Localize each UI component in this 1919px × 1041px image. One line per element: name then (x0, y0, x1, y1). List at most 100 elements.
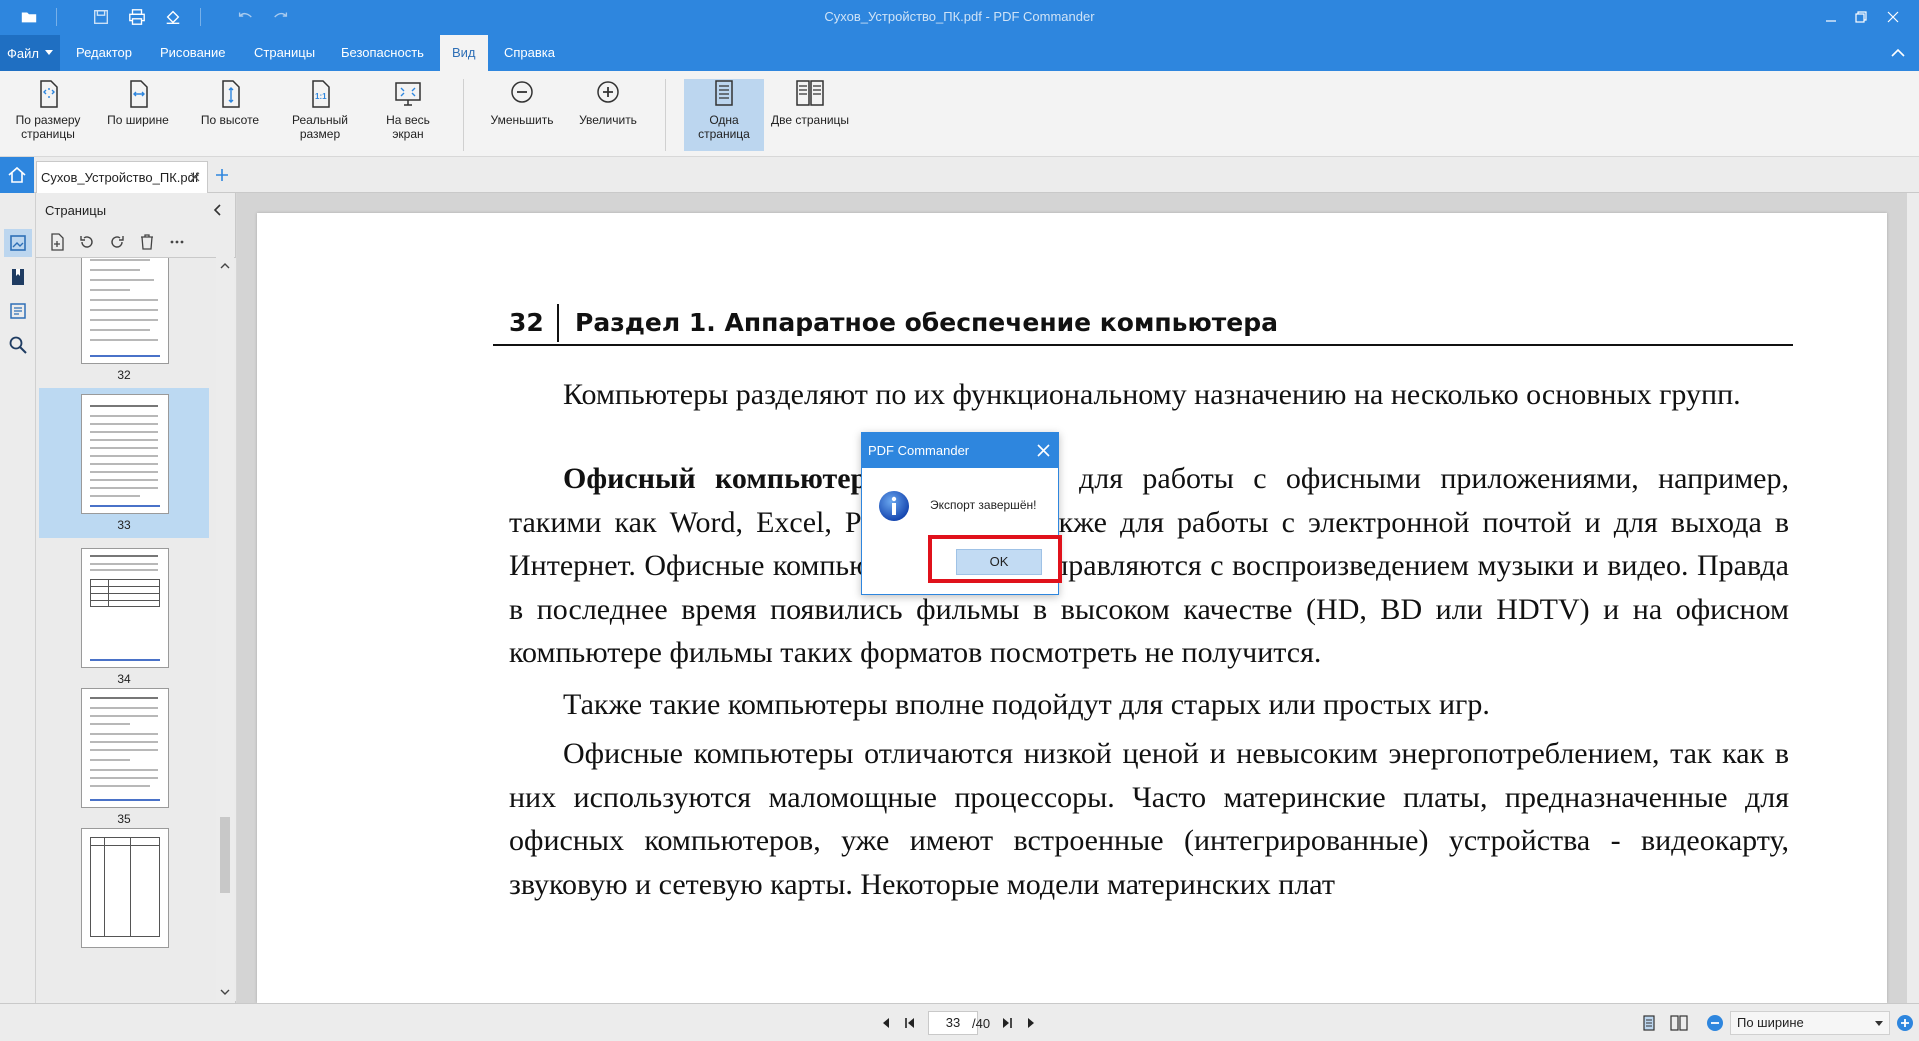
prev-page-icon[interactable] (878, 1015, 894, 1031)
export-complete-dialog: PDF Commander Экспорт завершён! OK (861, 432, 1062, 595)
page-thumbnail-image (81, 258, 169, 364)
pages-scrollbar-thumb[interactable] (220, 817, 230, 893)
close-window-icon[interactable] (1880, 6, 1906, 28)
paragraph-text: Офисные компьютеры отличаются низкой цен… (509, 737, 1789, 901)
single-page-label: Одна страница (698, 113, 750, 141)
minimize-icon[interactable] (1818, 6, 1844, 28)
tab-editor[interactable]: Редактор (64, 35, 144, 71)
bookmark-icon (12, 269, 24, 285)
next-page-icon[interactable] (1023, 1015, 1039, 1031)
file-menu-button[interactable]: Файл (0, 35, 60, 71)
chevron-down-icon (1875, 1021, 1883, 1026)
fit-height-label: По высоте (200, 113, 260, 127)
page-thumbnail[interactable]: 34 (39, 542, 209, 692)
fit-width-button[interactable]: По ширине (100, 79, 176, 151)
first-page-icon[interactable] (902, 1015, 918, 1031)
close-tab-icon[interactable] (189, 171, 201, 183)
document-scrollbar[interactable] (1907, 193, 1919, 1003)
page-thumbnail-image (81, 688, 169, 808)
last-page-icon[interactable] (999, 1015, 1015, 1031)
tab-drawing[interactable]: Рисование (148, 35, 237, 71)
fit-page-button[interactable]: По размеру страницы (10, 79, 86, 151)
title-bar: Сухов_Устройство_ПК.pdf - PDF Commander (0, 0, 1919, 35)
delete-page-icon[interactable] (138, 233, 156, 251)
home-button[interactable] (0, 157, 34, 193)
fit-page-icon (40, 80, 58, 108)
paragraph: Офисные компьютеры отличаются низкой цен… (509, 732, 1789, 906)
tab-pages[interactable]: Страницы (242, 35, 327, 71)
current-page-input[interactable]: 33 (928, 1011, 978, 1035)
tab-help[interactable]: Справка (492, 35, 567, 71)
fullscreen-label: На весь экран (386, 113, 430, 141)
two-pages-icon (796, 80, 824, 106)
ok-button-highlight: OK (928, 535, 1062, 583)
pages-icon (10, 235, 26, 251)
document-tab[interactable]: Сухов_Устройство_ПК.pdf (36, 161, 208, 193)
pages-scrollbar[interactable] (216, 257, 234, 1001)
single-page-button[interactable]: Одна страница (684, 79, 764, 151)
ribbon-separator (463, 79, 464, 151)
collapse-ribbon-icon[interactable] (1889, 44, 1907, 62)
pages-panel: Страницы 32 33 34 35 (36, 193, 236, 1003)
zoom-in-button[interactable]: Увеличить (568, 79, 648, 151)
fullscreen-button[interactable]: На весь экран (370, 79, 446, 151)
new-tab-icon[interactable] (214, 167, 230, 183)
tab-view[interactable]: Вид (440, 35, 488, 71)
actual-size-button[interactable]: 1:1 Реальный размер (282, 79, 358, 151)
paragraph: Компьютеры разделяют по их функционально… (509, 373, 1789, 417)
page-thumbnail[interactable]: 32 (39, 258, 209, 388)
fit-height-button[interactable]: По высоте (192, 79, 268, 151)
page-header-title: Раздел 1. Аппаратное обеспечение компьют… (575, 308, 1278, 337)
close-icon[interactable] (1037, 444, 1050, 457)
fit-height-icon (222, 80, 240, 108)
zoom-select-value: По ширине (1737, 1015, 1804, 1030)
fit-page-label: По размеру страницы (15, 113, 81, 141)
paragraph-bold-term: Офисный компьютер (563, 462, 868, 495)
status-bar: 33 /40 По ширине (0, 1003, 1919, 1041)
zoom-out-button[interactable]: Уменьшить (482, 79, 562, 151)
paragraph: Офисный компьютер предназначен для работ… (509, 457, 1789, 675)
search-icon (9, 336, 27, 354)
page-thumbnail[interactable]: 35 (39, 682, 209, 832)
tab-security[interactable]: Безопасность (329, 35, 436, 71)
zoom-out-label: Уменьшить (490, 113, 554, 127)
chevron-left-icon[interactable] (211, 203, 225, 217)
single-page-icon (715, 80, 733, 106)
chevron-up-icon[interactable] (220, 261, 230, 271)
notes-icon (10, 303, 26, 319)
ribbon-toolbar: По размеру страницы По ширине По высоте … (0, 71, 1919, 157)
zoom-select[interactable]: По ширине (1730, 1011, 1890, 1035)
document-page: 32 Раздел 1. Аппаратное обеспечение комп… (257, 213, 1887, 1003)
ok-button[interactable]: OK (956, 549, 1042, 575)
fit-width-icon (130, 80, 148, 108)
bookmarks-panel-button[interactable] (4, 263, 32, 291)
insert-page-icon[interactable] (48, 233, 66, 251)
ribbon-separator (665, 79, 666, 151)
pages-toolbar (36, 227, 236, 255)
rotate-right-icon[interactable] (108, 233, 126, 251)
paragraph-text: Также такие компьютеры вполне подойдут д… (563, 688, 1490, 721)
actual-size-label: Реальный размер (291, 113, 349, 141)
side-icon-strip (0, 193, 36, 1041)
more-icon[interactable] (168, 233, 186, 251)
zoom-out-icon[interactable] (1706, 1014, 1724, 1032)
page-thumbnail-image (81, 828, 169, 948)
zoom-in-icon (597, 81, 619, 103)
chevron-down-icon[interactable] (220, 987, 230, 997)
notes-panel-button[interactable] (4, 297, 32, 325)
single-page-view-icon[interactable] (1640, 1014, 1658, 1032)
pages-panel-button[interactable] (4, 229, 32, 257)
info-icon (879, 491, 909, 521)
search-panel-button[interactable] (4, 331, 32, 359)
page-thumbnail-selected[interactable]: 33 (39, 388, 209, 538)
rotate-left-icon[interactable] (78, 233, 96, 251)
fullscreen-icon (395, 82, 421, 106)
two-pages-view-icon[interactable] (1670, 1014, 1688, 1032)
page-thumbnail[interactable] (39, 822, 209, 972)
zoom-in-icon[interactable] (1896, 1014, 1914, 1032)
paragraph: Также такие компьютеры вполне подойдут д… (509, 683, 1789, 727)
restore-icon[interactable] (1848, 6, 1874, 28)
actual-size-icon: 1:1 (312, 80, 330, 108)
chevron-down-icon (44, 50, 53, 55)
two-pages-button[interactable]: Две страницы (770, 79, 850, 151)
